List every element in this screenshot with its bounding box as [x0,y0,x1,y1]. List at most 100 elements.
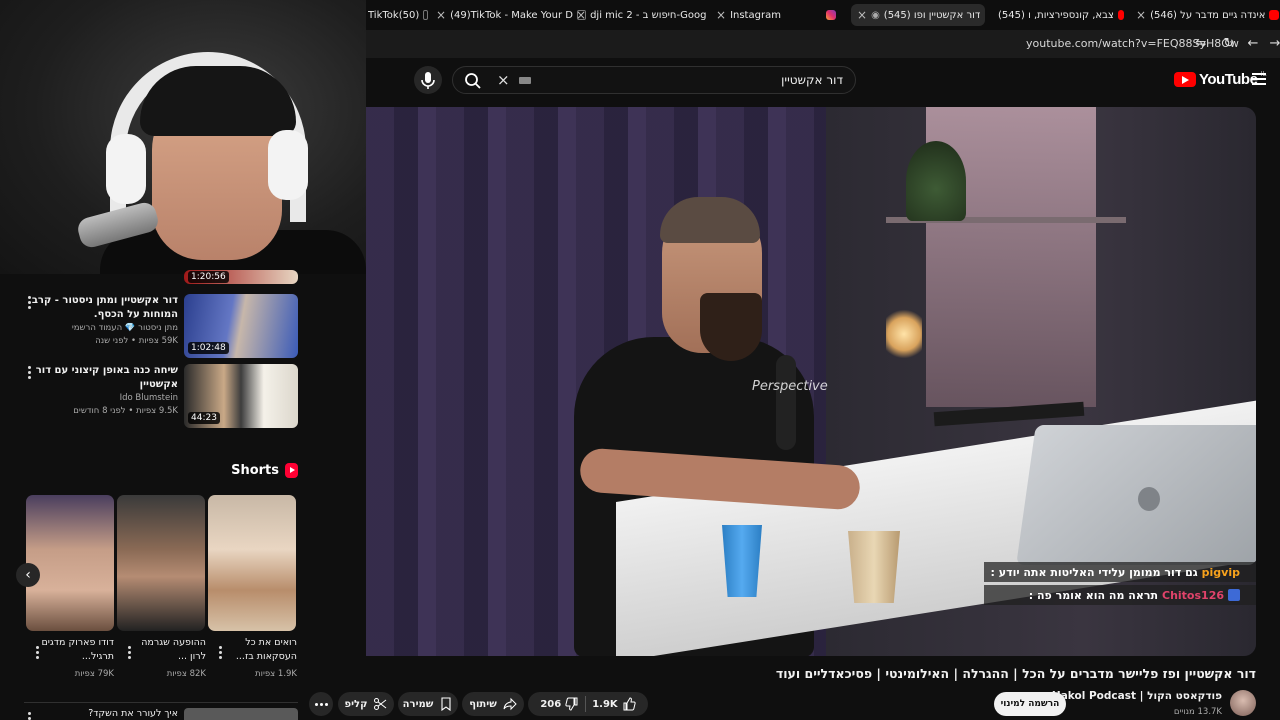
voice-search-button[interactable] [414,66,442,94]
forward-icon[interactable]: → [1266,35,1280,53]
tab-tiktok-2[interactable]: × (49)TikTok - Make Your D [436,4,586,26]
chat-text: גם דור ממומן עלידי האליטות אתה יודע : [990,565,1198,579]
translate-icon[interactable]: ⇋ [1192,35,1210,53]
more-options-icon[interactable] [28,296,32,311]
tab-instagram[interactable]: × Instagram [716,4,836,26]
tab-label: (49)TikTok - Make Your D [450,9,573,21]
podcast-microphone [776,355,796,450]
tab-youtube-active[interactable]: × ◉ (545) דור אקשטיין ופו [851,4,985,26]
browser-tabstrip: TikTok(50) × (49)TikTok - Make Your D × … [366,0,1280,30]
related-item[interactable]: 44:23 שיחה כנה באופן קיצוני עם דור אקשטי… [24,364,298,428]
more-options-icon[interactable] [28,712,32,720]
subscriber-count: 13.7K מנויים [1173,707,1222,717]
share-button[interactable]: שיתוף [462,692,524,716]
channel-name: מתן ניסטור 💎 העמוד הרשמי [71,323,178,333]
headphone-cup-left [106,134,146,204]
related-item-partial[interactable]: 1:20:56 [24,270,298,284]
video-meta: 59K צפיות • לפני שנה [95,336,178,346]
more-options-icon[interactable] [219,646,223,661]
short-views: 82K צפיות [166,669,206,679]
keyboard-icon[interactable] [519,77,531,84]
menu-icon[interactable] [1252,73,1266,88]
more-options-icon[interactable] [36,646,40,661]
short-views: 79K צפיות [74,669,114,679]
short-title: ההופעה שגרמה לרון ... [141,637,206,662]
close-tab-icon[interactable]: × [1136,8,1146,22]
duration-badge: 1:02:48 [188,342,229,354]
youtube-play-icon [1174,72,1196,87]
search-icon[interactable] [463,71,483,91]
tab-label: dji mic 2 - חיפוש ב-Googl [590,9,706,21]
subscribe-button[interactable]: הרשמה למינוי [994,692,1066,716]
video-info: דור אקשטיין ומתן ניסטור - קרב המוחות על … [28,294,178,348]
divider [24,702,298,703]
more-options-icon[interactable] [128,646,132,661]
channel-watermark: Perspective [752,379,828,394]
shorts-heading: Shorts [231,463,279,478]
close-tab-icon[interactable]: × [716,8,726,22]
like-button[interactable]: 1.9K [592,697,636,711]
short-thumbnail[interactable] [117,495,205,631]
divider [585,696,587,712]
instagram-icon [826,10,836,20]
audio-icon: ◉ [871,9,880,21]
next-video-thumbnail[interactable] [184,708,298,720]
video-info: שיחה כנה באופן קיצוני עם דור אקשטיין Ido… [28,364,178,418]
tab-label: (545) צבא, קונספירציות, ו [998,9,1114,21]
subscriber-badge-icon [1228,589,1240,601]
tiktok-icon [423,10,428,20]
tab-youtube-3[interactable]: × (546) אינדה גיים מדבר על [1136,4,1280,26]
video-meta: 9.5K צפיות • לפני 8 חודשים [73,406,178,416]
dislike-count: 206 [540,698,562,710]
chat-text: תראה מה הוא אומר פה : [1028,588,1158,602]
scissors-icon [374,698,387,710]
clear-search-icon[interactable]: × [497,71,510,89]
save-button[interactable]: שמירה [398,692,458,716]
scene-lamp [886,307,922,361]
share-label: שיתוף [469,698,497,710]
close-tab-icon[interactable]: × [576,8,586,22]
short-thumbnail[interactable] [208,495,296,631]
headphone-cup-right [268,130,308,200]
duration-badge: 44:23 [188,412,220,424]
clip-label: קליפ [344,698,368,710]
back-icon[interactable]: ← [1244,35,1262,53]
duration-badge: 1:20:56 [188,271,229,283]
save-label: שמירה [402,698,434,710]
microphone-icon [421,72,435,89]
more-actions-button[interactable] [309,692,333,716]
next-video-title[interactable]: איך לעורר את השקד? [88,708,178,719]
shorts-icon [285,463,298,478]
channel-avatar[interactable] [1230,690,1256,716]
like-count: 1.9K [592,698,618,710]
shorts-prev-button[interactable]: ‹ [16,563,40,587]
thumbs-down-icon [565,697,578,711]
tab-google-search[interactable]: × dji mic 2 - חיפוש ב-Googl [576,4,706,26]
short-thumbnail[interactable] [26,495,114,631]
video-title: שיחה כנה באופן קיצוני עם דור אקשטיין [35,365,178,390]
chat-username: Chitos126 [1162,588,1224,602]
search-input[interactable]: × דור אקשטיין [452,66,856,94]
tab-label: (545) דור אקשטיין ופו [883,9,981,21]
more-options-icon[interactable] [28,366,32,381]
address-bar: youtube.com/watch?v=FEQ88SyH8Ow ⇋ ↻ ← → [366,30,1280,58]
reload-icon[interactable]: ↻ [1220,35,1238,53]
logo-text: YouTube [1199,71,1258,88]
dislike-button[interactable]: 206 [540,697,579,711]
chat-username: pigvip [1201,565,1240,579]
tab-tiktok-1[interactable]: TikTok(50) [368,4,428,26]
chat-message: pigvip גם דור ממומן עלידי האליטות אתה יו… [984,562,1256,582]
related-item[interactable]: 1:02:48 דור אקשטיין ומתן ניסטור - קרב המ… [24,294,298,358]
tab-label: Instagram [730,9,781,21]
youtube-icon [1269,10,1280,20]
channel-name: Ido Blumstein [119,393,178,403]
scene-plant [906,141,966,221]
channel-name[interactable]: פודקאסט הקול | Hakol Podcast [1052,690,1222,702]
streamer-webcam [0,0,366,274]
tab-label: TikTok(50) [368,9,420,21]
close-tab-icon[interactable]: × [857,8,867,22]
tab-youtube-2[interactable]: (545) צבא, קונספירציות, ו [998,4,1124,26]
short-title: רואים את כל העסקאות בז... [235,637,297,662]
close-tab-icon[interactable]: × [436,8,446,22]
clip-button[interactable]: קליפ [338,692,394,716]
